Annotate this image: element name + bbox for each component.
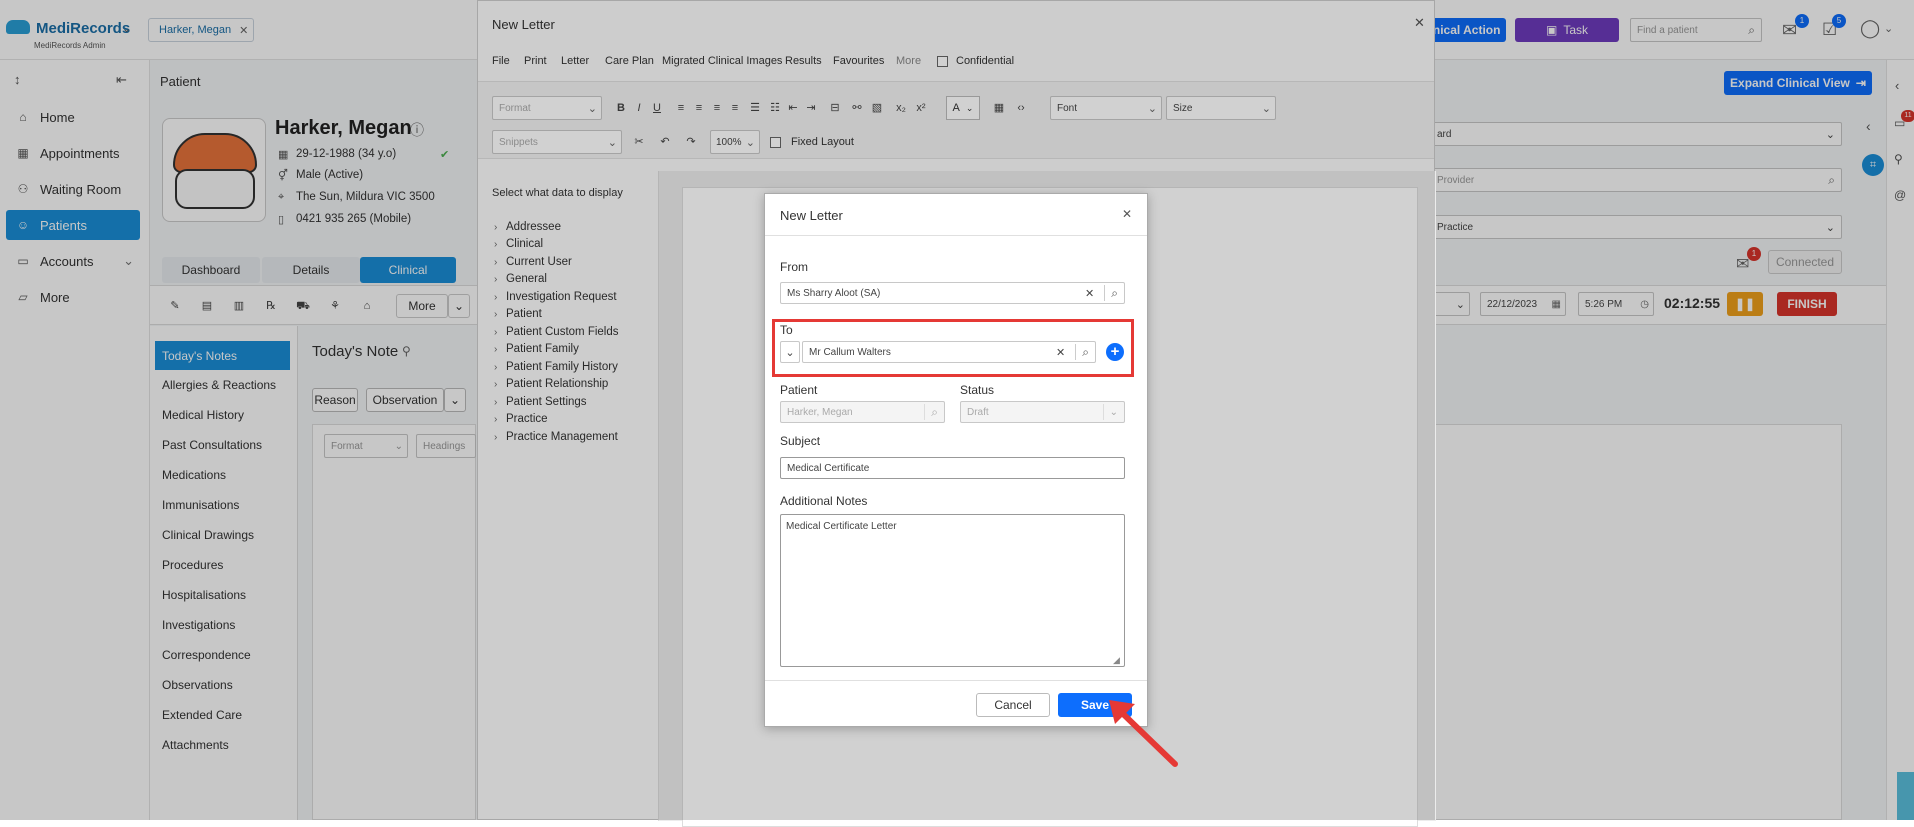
search-icon[interactable]: ⌕ xyxy=(1111,286,1118,301)
to-field[interactable]: Mr Callum Walters ✕ ⌕ xyxy=(802,341,1096,363)
subject-input[interactable]: Medical Certificate xyxy=(780,457,1125,479)
status-select: Draft ⌄ xyxy=(960,401,1125,423)
add-recipient-icon[interactable]: + xyxy=(1106,343,1124,361)
status-label: Status xyxy=(960,383,995,397)
close-icon[interactable]: ✕ xyxy=(1122,207,1132,221)
additional-notes-textarea[interactable]: Medical Certificate Letter xyxy=(780,514,1125,667)
divider xyxy=(765,680,1147,681)
chevron-down-icon: ⌄ xyxy=(785,346,795,359)
clear-icon[interactable]: ✕ xyxy=(1056,346,1065,359)
search-icon: ⌕ xyxy=(931,404,938,419)
status-value: Draft xyxy=(967,406,989,418)
additional-notes-label: Additional Notes xyxy=(780,494,868,508)
patient-field: Harker, Megan ⌕ xyxy=(780,401,945,423)
resize-handle-icon[interactable]: ◢ xyxy=(1113,655,1120,666)
patient-label: Patient xyxy=(780,383,818,397)
cancel-button[interactable]: Cancel xyxy=(976,693,1050,717)
patient-value: Harker, Megan xyxy=(787,406,853,418)
from-field[interactable]: Ms Sharry Aloot (SA) ✕ ⌕ xyxy=(780,282,1125,304)
divider xyxy=(765,235,1147,236)
chevron-down-icon: ⌄ xyxy=(1109,406,1118,418)
clear-icon[interactable]: ✕ xyxy=(1085,287,1094,300)
search-icon[interactable]: ⌕ xyxy=(1082,345,1089,360)
from-value: Ms Sharry Aloot (SA) xyxy=(787,287,881,299)
pointer-arrow-icon xyxy=(1109,700,1178,767)
from-label: From xyxy=(780,260,808,274)
subject-label: Subject xyxy=(780,434,821,448)
to-label: To xyxy=(780,323,793,337)
new-letter-dialog: New Letter ✕ From Ms Sharry Aloot (SA) ✕… xyxy=(764,193,1148,727)
to-value: Mr Callum Walters xyxy=(809,346,891,358)
dialog-title: New Letter xyxy=(780,208,843,223)
to-type-dropdown[interactable]: ⌄ xyxy=(780,341,800,363)
